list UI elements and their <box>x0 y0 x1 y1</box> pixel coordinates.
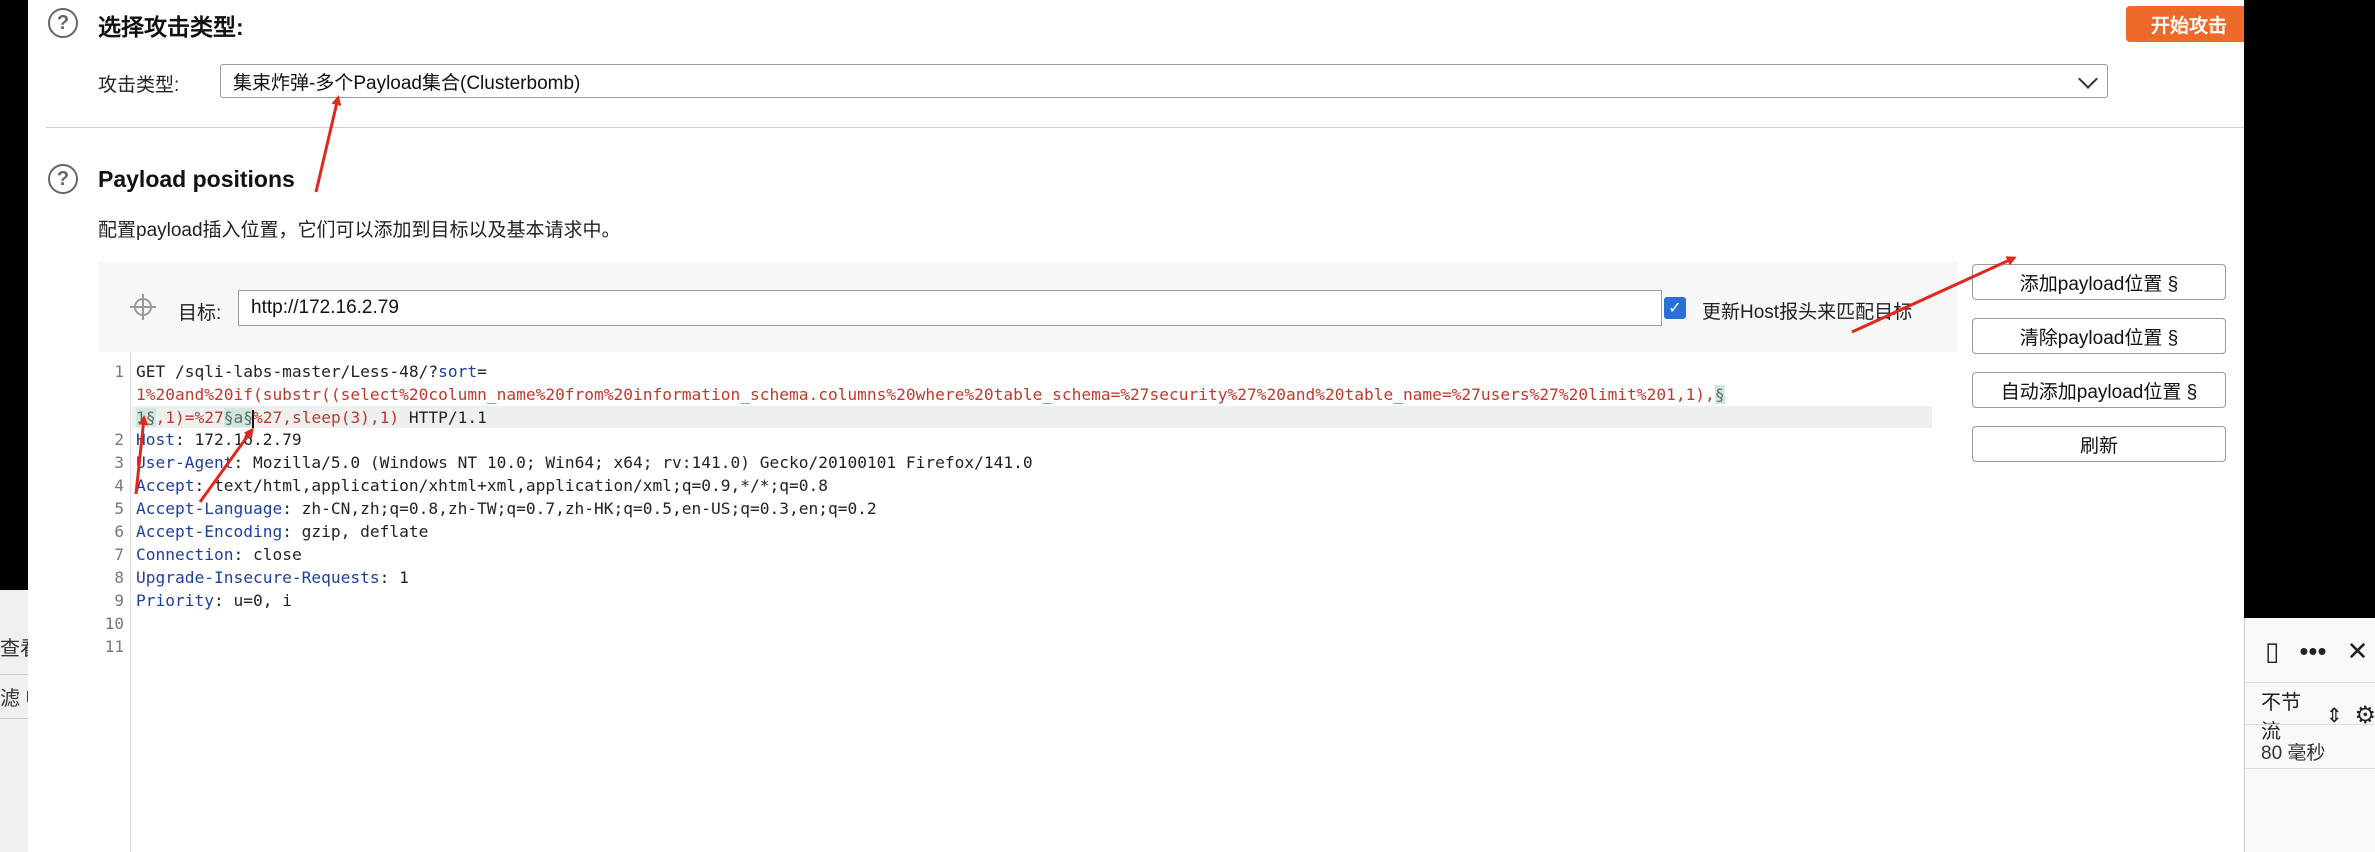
attack-type-label: 攻击类型: <box>98 75 180 96</box>
header-line: User-Agent: Mozilla/5.0 (Windows NT 10.0… <box>136 453 1033 472</box>
line-number: 11 <box>104 637 124 656</box>
help-icon[interactable]: ? <box>48 8 78 38</box>
header-line: Connection: close <box>136 545 302 564</box>
timing-value: 80 毫秒 <box>2261 743 2326 764</box>
attack-type-title: 选择攻击类型: <box>98 14 244 40</box>
devtools-fragment: ▯ ••• ✕ 不节流 ⇕ ⚙ 80 毫秒 <box>2244 618 2375 852</box>
payload-positions-title: Payload positions <box>98 166 295 192</box>
settings-icon[interactable]: ⚙ <box>2354 701 2375 730</box>
request-line-1c: 1§,1)=%27§a§%27,sleep(3),1) HTTP/1.1 <box>136 408 487 428</box>
throttle-select[interactable]: 不节流 <box>2261 686 2314 744</box>
bg-text-view: 查看 <box>0 638 28 660</box>
header-line: Accept: text/html,application/xhtml+xml,… <box>136 476 828 495</box>
header-line: Host: 172.16.2.79 <box>136 430 302 449</box>
payload-positions-description: 配置payload插入位置，它们可以添加到目标以及基本请求中。 <box>98 220 621 241</box>
line-number: 9 <box>114 591 124 610</box>
line-number: 8 <box>114 568 124 587</box>
clear-payload-position-button[interactable]: 清除payload位置 § <box>1972 318 2226 354</box>
start-attack-button[interactable]: 开始攻击 <box>2126 6 2244 42</box>
payload-marker[interactable]: 1§ <box>136 408 156 427</box>
line-number: 1 <box>114 362 124 381</box>
background-window-fragment: 查看 滤 U <box>0 590 28 852</box>
request-line-1a: GET /sqli-labs-master/Less-48/?sort= <box>136 362 487 381</box>
more-options-icon[interactable]: ••• <box>2299 636 2326 667</box>
target-label: 目标: <box>178 303 222 324</box>
header-line: Upgrade-Insecure-Requests: 1 <box>136 568 409 587</box>
payload-marker[interactable]: § <box>1714 385 1725 404</box>
line-number: 2 <box>114 430 124 449</box>
add-payload-position-button[interactable]: 添加payload位置 § <box>1972 264 2226 300</box>
line-number: 6 <box>114 522 124 541</box>
header-line: Accept-Encoding: gzip, deflate <box>136 522 429 541</box>
line-number: 7 <box>114 545 124 564</box>
responsive-design-icon[interactable]: ▯ <box>2265 636 2279 667</box>
crosshair-icon <box>130 294 156 320</box>
payload-marker[interactable]: §a§ <box>223 408 253 427</box>
intruder-positions-panel: ? 选择攻击类型: 开始攻击 攻击类型: 集束炸弹-多个Payload集合(Cl… <box>28 0 2244 852</box>
bg-text-filter: 滤 U <box>0 688 28 710</box>
header-line: Priority: u=0, i <box>136 591 292 610</box>
line-number: 5 <box>114 499 124 518</box>
line-number: 10 <box>104 614 124 633</box>
attack-type-value: 集束炸弹-多个Payload集合(Clusterbomb) <box>233 72 581 94</box>
chevron-down-icon <box>2078 69 2098 89</box>
close-icon[interactable]: ✕ <box>2347 636 2369 667</box>
target-input[interactable]: http://172.16.2.79 <box>238 290 1662 326</box>
auto-payload-position-button[interactable]: 自动添加payload位置 § <box>1972 372 2226 408</box>
target-value: http://172.16.2.79 <box>251 297 399 318</box>
request-line-1b: 1%20and%20if(substr((select%20column_nam… <box>136 385 1725 404</box>
help-icon[interactable]: ? <box>48 164 78 194</box>
line-number: 3 <box>114 453 124 472</box>
line-number: 4 <box>114 476 124 495</box>
attack-type-select[interactable]: 集束炸弹-多个Payload集合(Clusterbomb) <box>220 64 2108 98</box>
section-divider <box>46 127 2244 128</box>
update-host-checkbox[interactable]: ✓ <box>1664 297 1686 319</box>
header-line: Accept-Language: zh-CN,zh;q=0.8,zh-TW;q=… <box>136 499 877 518</box>
refresh-button[interactable]: 刷新 <box>1972 426 2226 462</box>
update-host-label: 更新Host报头来匹配目标 <box>1702 302 1913 323</box>
